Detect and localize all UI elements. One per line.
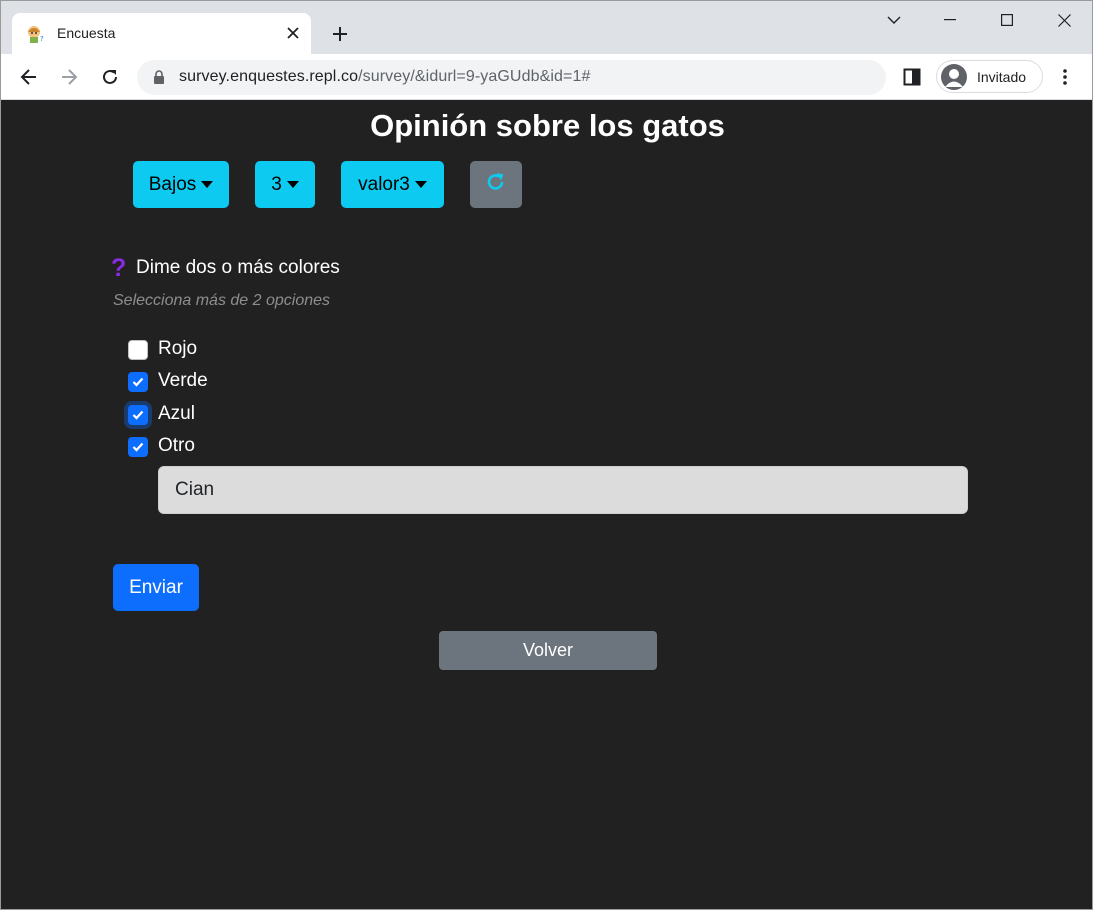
url-text: survey.enquestes.repl.co/survey/&idurl=9… xyxy=(179,68,591,85)
dropdown-level-label: Bajos xyxy=(148,173,197,195)
browser-window: ? Encuesta survey.enquestes.repl.co/surv… xyxy=(0,0,1093,910)
question-icon: ? xyxy=(111,254,127,282)
dropdown-level[interactable]: Bajos xyxy=(133,161,229,208)
question-text: Dime dos o más colores xyxy=(136,257,340,278)
reload-icon[interactable] xyxy=(96,63,124,91)
page-content: Opinión sobre los gatos Bajos 3 valor3 ?… xyxy=(1,101,1092,909)
refresh-button[interactable] xyxy=(470,161,522,208)
new-tab-icon[interactable] xyxy=(326,20,354,48)
address-bar[interactable]: survey.enquestes.repl.co/survey/&idurl=9… xyxy=(137,60,886,95)
back-arrow-icon[interactable] xyxy=(15,63,43,91)
forward-arrow-icon[interactable] xyxy=(55,63,83,91)
profile-label: Invitado xyxy=(977,69,1027,85)
checkbox-unchecked[interactable] xyxy=(128,340,148,360)
caret-down-icon xyxy=(201,181,214,188)
dropdown-number-label: 3 xyxy=(271,173,282,195)
checkbox-checked[interactable] xyxy=(128,437,148,457)
title-bar: ? Encuesta xyxy=(1,1,1092,54)
close-window-icon[interactable] xyxy=(1044,5,1084,35)
page-title: Opinión sobre los gatos xyxy=(370,108,725,143)
checkbox-checked[interactable] xyxy=(128,372,148,392)
caret-down-icon xyxy=(414,181,427,188)
tab-search-icon[interactable] xyxy=(874,5,914,35)
dropdown-value-label: valor3 xyxy=(358,173,410,195)
dropdown-value[interactable]: valor3 xyxy=(341,161,444,208)
option-label: Azul xyxy=(158,403,195,424)
question-hint: Selecciona más de 2 opciones xyxy=(113,292,331,309)
tab-close-icon[interactable] xyxy=(283,23,303,43)
dropdown-number[interactable]: 3 xyxy=(255,161,315,208)
caret-down-icon xyxy=(286,181,299,188)
browser-tab[interactable]: ? Encuesta xyxy=(12,13,311,54)
refresh-icon xyxy=(485,171,507,198)
browser-toolbar: survey.enquestes.repl.co/survey/&idurl=9… xyxy=(1,54,1092,100)
back-button[interactable]: Volver xyxy=(439,631,657,670)
checkbox-checked[interactable] xyxy=(128,405,148,425)
side-panel-icon[interactable] xyxy=(900,65,924,89)
kebab-menu-icon[interactable] xyxy=(1054,65,1076,89)
minimize-icon[interactable] xyxy=(930,5,970,35)
favicon-icon: ? xyxy=(26,24,46,44)
guest-avatar-icon xyxy=(941,64,967,90)
maximize-icon[interactable] xyxy=(987,5,1027,35)
other-color-input[interactable]: Cian xyxy=(158,466,968,514)
profile-button[interactable]: Invitado xyxy=(936,60,1043,93)
lock-icon[interactable] xyxy=(153,70,165,89)
tab-title: Encuesta xyxy=(57,25,116,41)
option-label: Verde xyxy=(158,370,208,391)
svg-text:?: ? xyxy=(40,35,44,43)
option-label: Otro xyxy=(158,435,195,456)
option-label: Rojo xyxy=(158,338,198,359)
submit-button[interactable]: Enviar xyxy=(113,564,199,611)
